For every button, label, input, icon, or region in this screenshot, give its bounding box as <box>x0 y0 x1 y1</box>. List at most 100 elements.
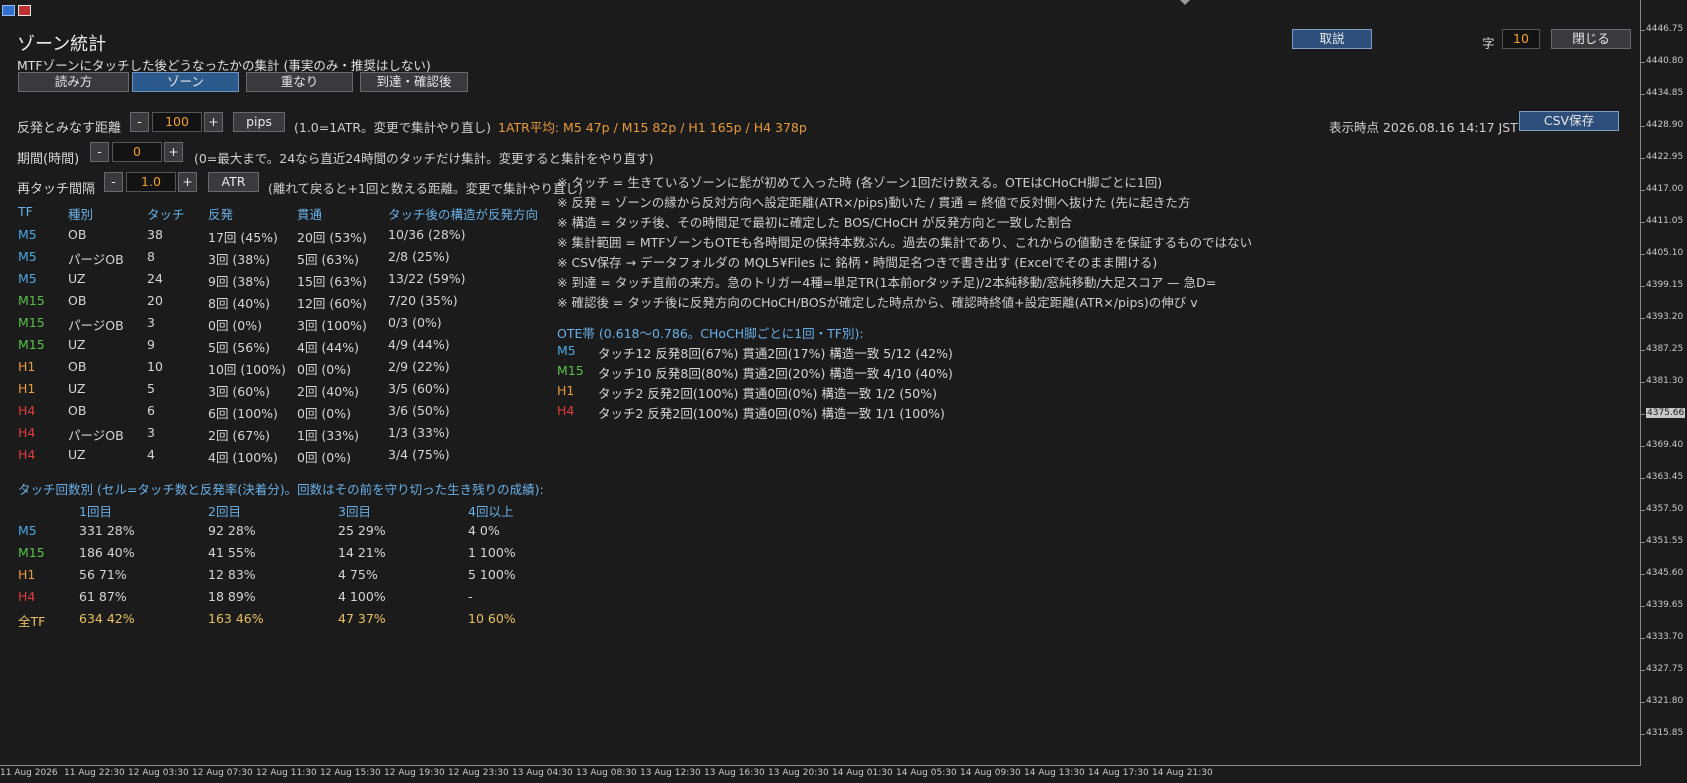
timestamp: 表示時点 2026.08.16 14:17 JST <box>1329 120 1518 135</box>
reaction-plus-button[interactable]: + <box>204 112 223 132</box>
note-line: ※ タッチ = 生きているゾーンに髭が初めて入った時 (各ゾーン1回だけ数える。… <box>557 175 1163 190</box>
kind-cell: UZ <box>68 381 86 396</box>
price-axis-label: 4393.20 <box>1646 312 1684 322</box>
structure-cell: 1/3 (33%) <box>388 425 450 440</box>
font-size-input[interactable]: 10 <box>1502 29 1540 49</box>
note-line: ※ CSV保存 → データフォルダの MQL5¥Files に 銘柄・時間足名つ… <box>557 255 1158 270</box>
tf-cell: H1 <box>18 381 36 396</box>
reaction-minus-button[interactable]: - <box>130 112 149 132</box>
touch-count-title: タッチ回数別 (セル=タッチ数と反発率(決着分)。回数はその前を守り切った生き残… <box>18 482 544 497</box>
ote-tf: H1 <box>557 383 575 398</box>
price-tick <box>1641 734 1645 735</box>
pierce-cell: 20回 (53%) <box>297 230 367 245</box>
touch-cell: 3 <box>147 425 155 440</box>
time-axis-label: 14 Aug 01:30 <box>832 768 893 778</box>
price-axis-label: 4399.15 <box>1646 280 1684 290</box>
price-tick <box>1641 510 1645 511</box>
reaction-unit-button[interactable]: pips <box>233 112 285 132</box>
price-axis-label: 4422.95 <box>1646 152 1684 162</box>
note-line: ※ 反発 = ゾーンの縁から反対方向へ設定距離(ATR×/pips)動いた / … <box>557 195 1191 210</box>
kind-cell: UZ <box>68 337 86 352</box>
time-axis-label: 12 Aug 19:30 <box>384 768 445 778</box>
bounce-cell: 17回 (45%) <box>208 230 278 245</box>
tf-cell: H1 <box>18 567 36 582</box>
pierce-cell: 15回 (63%) <box>297 274 367 289</box>
price-tick <box>1641 62 1645 63</box>
retouch-unit-button[interactable]: ATR <box>208 172 259 192</box>
price-tick <box>1641 414 1645 415</box>
price-axis-label: 4315.85 <box>1646 728 1684 738</box>
csv-save-button[interactable]: CSV保存 <box>1519 111 1619 131</box>
price-tick <box>1641 126 1645 127</box>
font-size-label: 字 <box>1482 36 1495 51</box>
kind-cell: パージOB <box>68 428 124 443</box>
col-header-structure: タッチ後の構造が反発方向 <box>388 207 539 222</box>
kind-cell: OB <box>68 293 87 308</box>
price-tick <box>1641 574 1645 575</box>
time-axis-label: 12 Aug 23:30 <box>448 768 509 778</box>
tf-cell: M5 <box>18 271 37 286</box>
kind-cell: OB <box>68 227 87 242</box>
explain-button[interactable]: 取説 <box>1292 29 1372 49</box>
pierce-cell: 2回 (40%) <box>297 384 359 399</box>
touch-cell: 9 <box>147 337 155 352</box>
structure-cell: 3/6 (50%) <box>388 403 450 418</box>
ote-tf: H4 <box>557 403 575 418</box>
tab-overlap[interactable]: 重なり <box>246 72 353 92</box>
price-axis-label: 4345.60 <box>1646 568 1684 578</box>
bounce-cell: 0回 (0%) <box>208 318 263 333</box>
save-icon[interactable] <box>18 5 31 16</box>
tf-cell: H1 <box>18 359 36 374</box>
touch-count-header-3: 3回目 <box>338 504 371 519</box>
tf-cell: M5 <box>18 249 37 264</box>
close-button[interactable]: 閉じる <box>1551 29 1631 49</box>
period-minus-button[interactable]: - <box>90 142 109 162</box>
time-axis-label: 13 Aug 08:30 <box>576 768 637 778</box>
bounce-cell: 2回 (67%) <box>208 428 270 443</box>
count-cell: 56 71% <box>79 567 127 582</box>
structure-cell: 10/36 (28%) <box>388 227 466 242</box>
bounce-cell: 10回 (100%) <box>208 362 286 377</box>
time-axis[interactable]: 11 Aug 2026 11 Aug 22:30 12 Aug 03:30 12 Au… <box>0 766 1641 783</box>
note-line: ※ 構造 = タッチ後、その時間足で最初に確定した BOS/CHoCH が反発方… <box>557 215 1073 230</box>
price-tick <box>1641 606 1645 607</box>
structure-cell: 2/9 (22%) <box>388 359 450 374</box>
price-tick <box>1641 30 1645 31</box>
tf-cell: H4 <box>18 447 36 462</box>
price-tick <box>1641 478 1645 479</box>
pierce-cell: 5回 (63%) <box>297 252 359 267</box>
count-cell: 47 37% <box>338 611 386 626</box>
ote-tf: M5 <box>557 343 576 358</box>
kind-cell: パージOB <box>68 318 124 333</box>
retouch-plus-button[interactable]: + <box>178 172 197 192</box>
price-tick <box>1641 222 1645 223</box>
tab-reach-confirm[interactable]: 到達・確認後 <box>360 72 468 92</box>
price-tick <box>1641 382 1645 383</box>
period-plus-button[interactable]: + <box>164 142 183 162</box>
bounce-cell: 6回 (100%) <box>208 406 278 421</box>
price-axis-label: 4327.75 <box>1646 664 1684 674</box>
price-tick <box>1641 702 1645 703</box>
tab-guide[interactable]: 読み方 <box>18 72 129 92</box>
bounce-cell: 4回 (100%) <box>208 450 278 465</box>
price-tick <box>1641 638 1645 639</box>
period-input[interactable]: 0 <box>112 142 162 162</box>
count-cell: 14 21% <box>338 545 386 560</box>
reaction-distance-input[interactable]: 100 <box>152 112 202 132</box>
price-tick <box>1641 190 1645 191</box>
time-axis-label: 14 Aug 09:30 <box>960 768 1021 778</box>
price-tick <box>1641 542 1645 543</box>
note-line: ※ 集計範囲 = MTFゾーンもOTEも各時間足の保持本数ぶん。過去の集計であり… <box>557 235 1253 250</box>
price-axis-label: 4363.45 <box>1646 472 1684 482</box>
retouch-minus-button[interactable]: - <box>104 172 123 192</box>
touch-cell: 3 <box>147 315 155 330</box>
pierce-cell: 0回 (0%) <box>297 362 352 377</box>
chart-window-icon[interactable] <box>2 5 15 16</box>
retouch-interval-input[interactable]: 1.0 <box>126 172 176 192</box>
price-axis[interactable]: 4446.75 4440.80 4434.85 4428.90 4422.95 4417.… <box>1641 0 1687 765</box>
time-axis-label: 12 Aug 07:30 <box>192 768 253 778</box>
tab-zone[interactable]: ゾーン <box>132 72 239 92</box>
time-axis-label: 13 Aug 20:30 <box>768 768 829 778</box>
period-label: 期間(時間) <box>17 152 80 167</box>
count-cell: 92 28% <box>208 523 256 538</box>
